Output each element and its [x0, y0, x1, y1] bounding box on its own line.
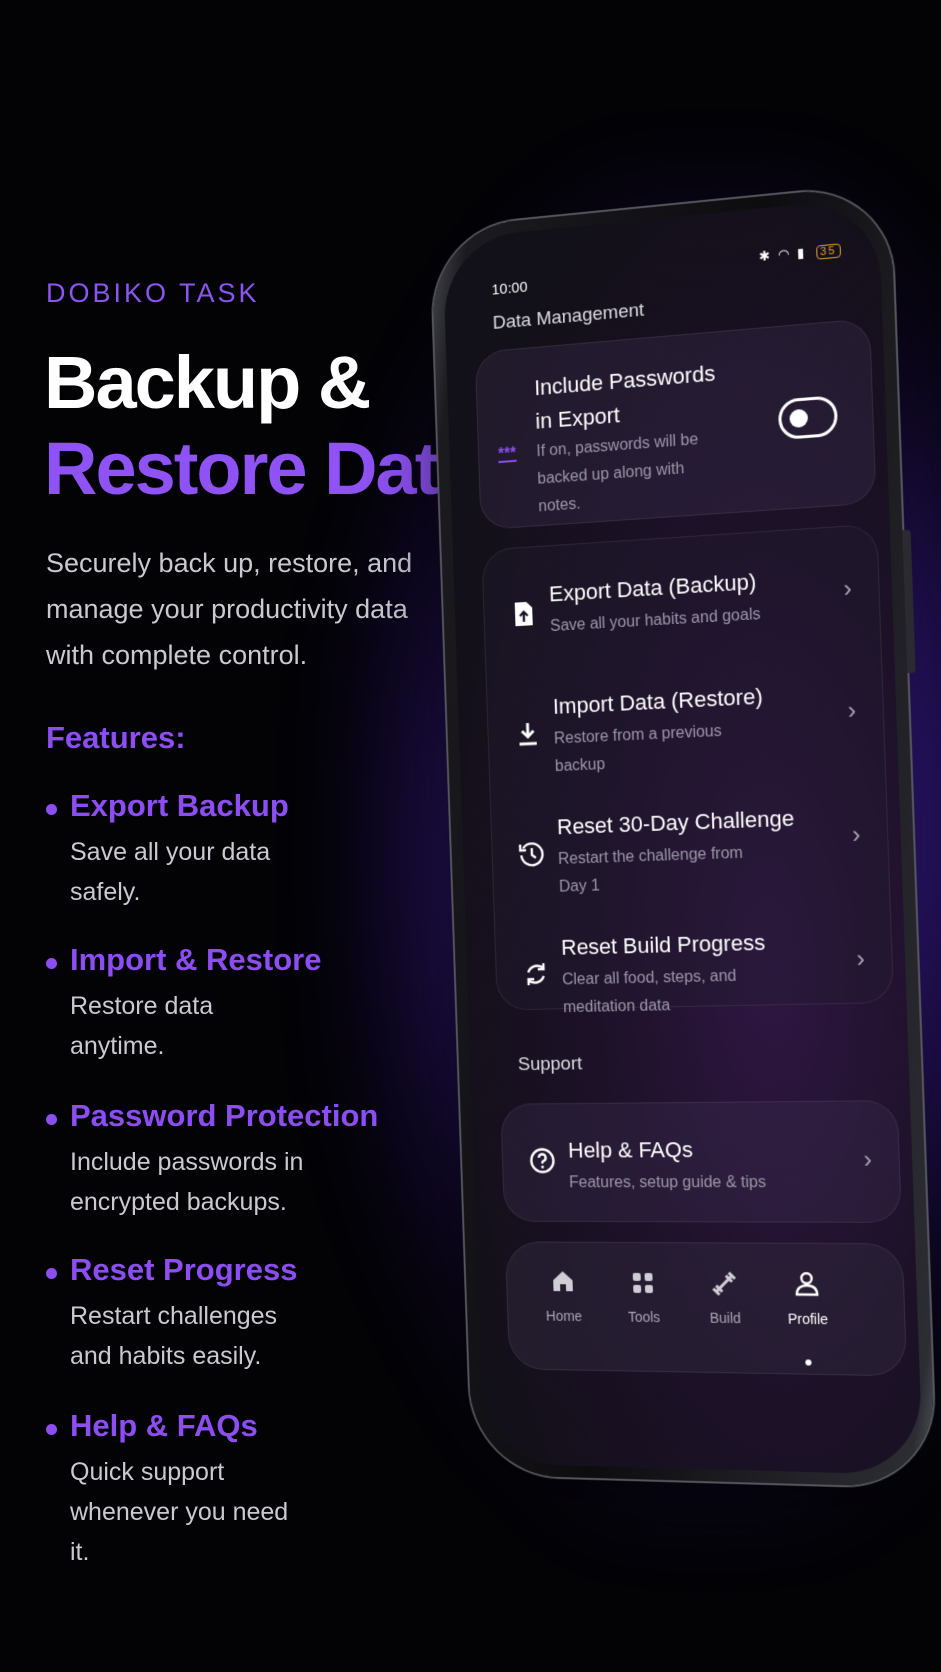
feature-title: Export Backup: [70, 788, 289, 823]
chevron-right-icon: ›: [851, 821, 861, 850]
help-faqs-subtitle: Features, setup guide & tips: [568, 1174, 767, 1192]
phone-mockup: 10:00 ✱ ◠ ▮ 35 Data Management *** Inclu…: [430, 183, 937, 1488]
bullet-icon: [46, 1424, 57, 1435]
reset-challenge-subtitle: Restart the challenge from Day 1: [557, 844, 744, 896]
history-icon: [517, 839, 547, 870]
bullet-icon: [46, 804, 57, 815]
bullet-icon: [46, 958, 57, 969]
include-passwords-subtitle: If on, passwords will be backed up along…: [536, 431, 699, 516]
help-faqs-card: Help & FAQs Features, setup guide & tips…: [500, 1100, 902, 1223]
feature-desc: Include passwords in encrypted backups.: [70, 1148, 304, 1216]
import-data-item[interactable]: Import Data (Restore) Restore from a pre…: [487, 678, 885, 796]
nav-profile-label: Profile: [787, 1310, 829, 1328]
refresh-icon: [521, 959, 551, 989]
reset-build-subtitle: Clear all food, steps, and meditation da…: [561, 967, 737, 1017]
feature-desc: Restart challenges and habits easily.: [70, 1302, 278, 1370]
headline-line-2: Restore Data: [44, 427, 479, 510]
section-title-data-management: Data Management: [492, 299, 645, 334]
feature-desc: Restore data anytime.: [70, 992, 214, 1060]
export-data-title: Export Data (Backup): [548, 568, 757, 607]
import-data-title: Import Data (Restore): [552, 683, 764, 719]
reset-challenge-title: Reset 30-Day Challenge: [556, 805, 795, 840]
feature-desc: Quick support whenever you need it.: [70, 1458, 289, 1566]
feature-title: Reset Progress: [70, 1252, 298, 1287]
chevron-right-icon: ›: [847, 697, 857, 726]
battery-icon: 35: [815, 243, 842, 260]
grid-icon: [603, 1269, 683, 1306]
features-title: Features:: [46, 720, 186, 755]
nav-home[interactable]: Home: [524, 1268, 603, 1324]
nav-build[interactable]: Build: [684, 1269, 766, 1326]
nav-profile[interactable]: Profile: [766, 1270, 849, 1366]
home-icon: [524, 1268, 603, 1304]
section-title-support: Support: [517, 1053, 583, 1076]
nav-home-label: Home: [545, 1307, 583, 1325]
bullet-icon: [46, 1268, 57, 1279]
phone-screen: 10:00 ✱ ◠ ▮ 35 Data Management *** Inclu…: [442, 196, 924, 1476]
data-actions-card: Export Data (Backup) Save all your habit…: [481, 523, 895, 1016]
chevron-right-icon: ›: [856, 945, 866, 974]
help-circle-icon: [527, 1146, 557, 1176]
password-icon: ***: [497, 445, 517, 464]
nav-build-label: Build: [709, 1309, 742, 1327]
bottom-nav: Home Tools Build Profile: [504, 1241, 908, 1377]
export-data-item[interactable]: Export Data (Backup) Save all your habit…: [484, 561, 881, 674]
feature-desc: Save all your data safely.: [70, 838, 271, 906]
status-icons: ✱ ◠ ▮ 35: [758, 241, 842, 265]
brand-label: DOBIKO TASK: [46, 278, 260, 308]
nav-tools-label: Tools: [627, 1308, 661, 1326]
reset-build-item[interactable]: Reset Build Progress Clear all food, ste…: [495, 926, 894, 1035]
dumbbell-icon: [684, 1269, 765, 1306]
file-upload-icon: [509, 598, 539, 629]
import-data-subtitle: Restore from a previous backup: [553, 722, 722, 776]
help-faqs-item[interactable]: Help & FAQs Features, setup guide & tips…: [502, 1136, 900, 1197]
status-time: 10:00: [491, 278, 528, 299]
active-indicator: [805, 1359, 812, 1366]
include-passwords-toggle[interactable]: [777, 395, 839, 441]
reset-challenge-item[interactable]: Reset 30-Day Challenge Restart the chall…: [491, 802, 889, 915]
feature-title: Password Protection: [70, 1098, 379, 1133]
download-icon: [513, 718, 543, 749]
chevron-right-icon: ›: [843, 575, 853, 604]
export-data-subtitle: Save all your habits and goals: [549, 605, 761, 636]
chevron-right-icon: ›: [863, 1146, 873, 1174]
bullet-icon: [46, 1114, 57, 1125]
wifi-icon: ◠: [777, 245, 792, 263]
feature-title: Import & Restore: [70, 942, 322, 977]
headline-line-1: Backup &: [44, 341, 371, 424]
description: Securely back up, restore, and manage yo…: [46, 548, 413, 670]
reset-build-title: Reset Build Progress: [560, 929, 766, 960]
bluetooth-icon: ✱: [758, 247, 773, 265]
signal-icon: ▮: [796, 244, 807, 261]
headline: Backup & Restore Data: [44, 340, 479, 512]
toggle-knob: [789, 408, 809, 429]
include-passwords-card: *** Include Passwords in Export If on, p…: [474, 318, 877, 531]
feature-title: Help & FAQs: [70, 1408, 258, 1443]
user-icon: [766, 1270, 849, 1307]
nav-tools[interactable]: Tools: [603, 1269, 684, 1326]
help-faqs-title: Help & FAQs: [567, 1137, 694, 1163]
